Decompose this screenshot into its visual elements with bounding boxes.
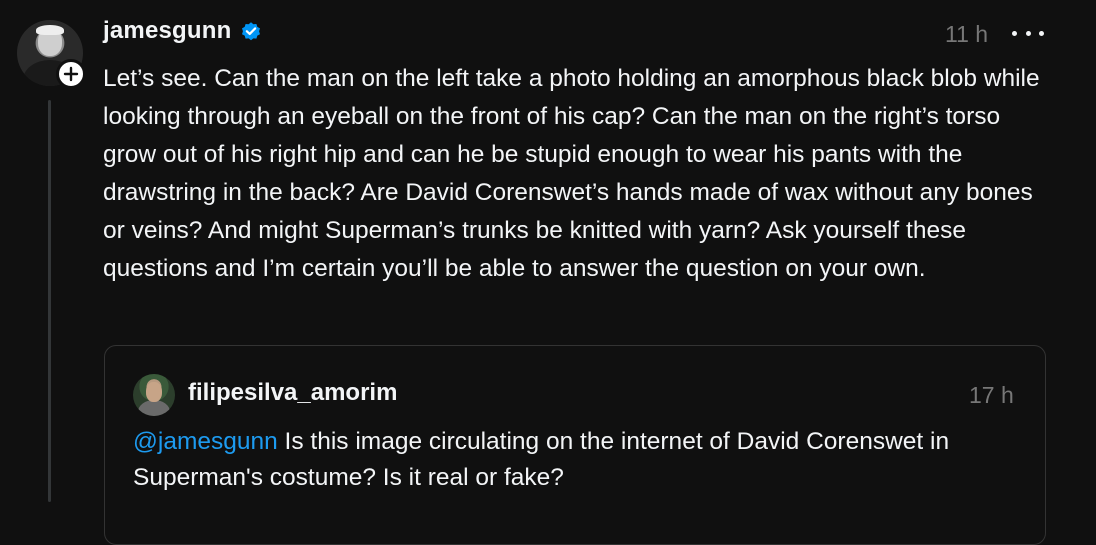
plus-icon [63,66,79,82]
post-timestamp[interactable]: 11 h [945,21,988,48]
quoted-username[interactable]: filipesilva_amorim [188,379,397,407]
thread-line [48,100,51,502]
quoted-post[interactable]: filipesilva_amorim 17 h @jamesgunn Is th… [104,345,1046,545]
post-body: Let’s see. Can the man on the left take … [103,65,1040,282]
quoted-body: @jamesgunn Is this image circulating on … [133,424,1013,496]
more-horizontal-icon [1012,30,1017,36]
more-options-button[interactable] [1012,21,1044,45]
quoted-timestamp[interactable]: 17 h [969,382,1014,409]
author-row: jamesgunn [103,17,262,45]
author-username[interactable]: jamesgunn [103,17,232,45]
quoted-avatar[interactable] [133,374,175,416]
verified-badge-icon [241,22,260,41]
follow-button[interactable] [56,59,86,89]
mention-link[interactable]: @jamesgunn [133,428,278,455]
